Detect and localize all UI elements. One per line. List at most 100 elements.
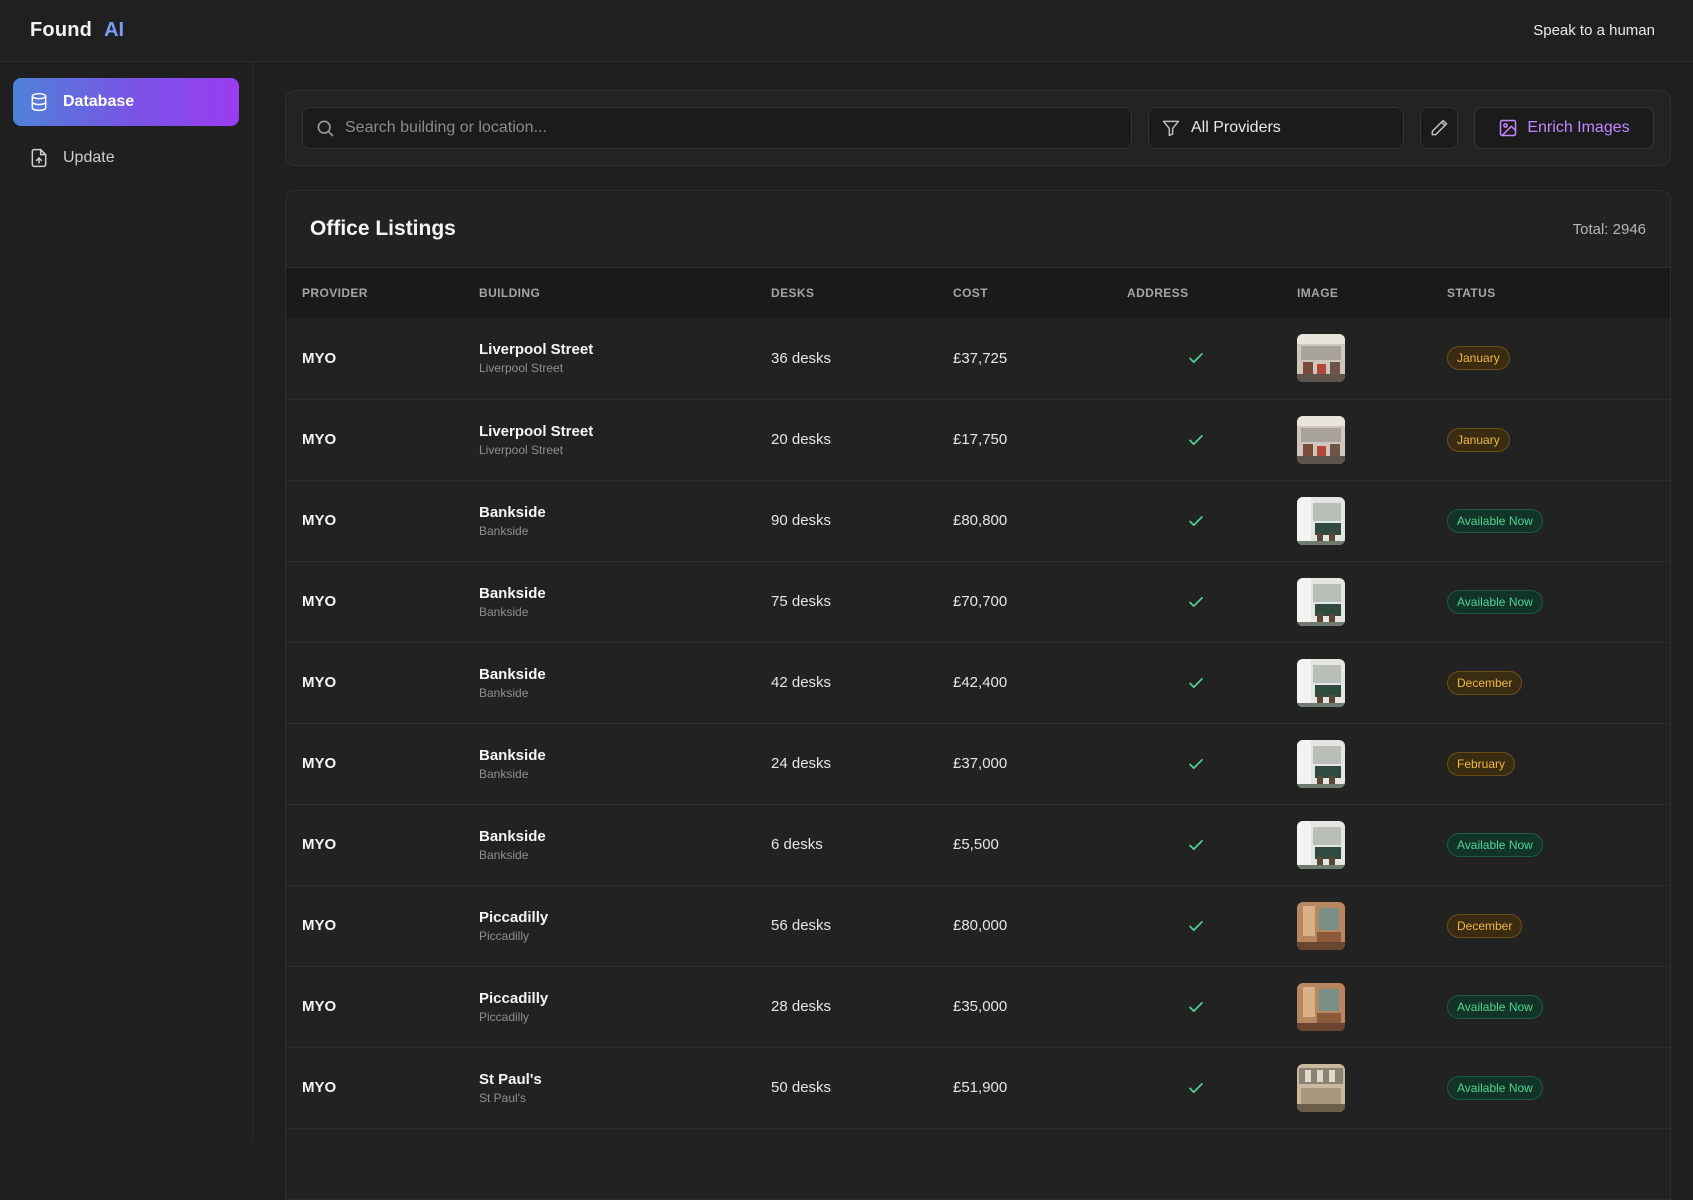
provider-cell: MYO: [286, 723, 463, 804]
status-badge: January: [1447, 427, 1510, 452]
search-icon: [317, 120, 334, 137]
image-cell: [1281, 399, 1431, 480]
desks-cell: 90 desks: [771, 512, 832, 529]
building-cell: Bankside Bankside: [463, 804, 755, 885]
search-input[interactable]: [345, 119, 1119, 137]
listings-title: Office Listings: [310, 217, 456, 240]
office-thumbnail[interactable]: [1297, 334, 1345, 383]
logo-text: Found: [30, 19, 93, 41]
status-cell: Available Now: [1431, 804, 1670, 885]
provider-name: MYO: [302, 998, 337, 1015]
check-icon: [1189, 596, 1203, 607]
office-thumbnail[interactable]: [1297, 982, 1345, 1031]
column-header-image[interactable]: IMAGE: [1281, 268, 1431, 318]
status-badge: Available Now: [1447, 1075, 1543, 1100]
status-cell: January: [1431, 318, 1670, 399]
table-row[interactable]: MYO Bankside Bankside 24 desks £37,000 F…: [286, 723, 1670, 804]
provider-cell: MYO: [286, 480, 463, 561]
column-header-address[interactable]: ADDRESS: [1111, 268, 1281, 318]
table-row[interactable]: MYO Liverpool Street Liverpool Street 36…: [286, 318, 1670, 399]
building-name: Bankside: [479, 827, 546, 845]
image-cell: [1281, 885, 1431, 966]
logo-ai-text: AI: [104, 19, 125, 41]
table-row[interactable]: MYO Piccadilly Piccadilly 56 desks £80,0…: [286, 885, 1670, 966]
column-header-building[interactable]: BUILDING: [463, 268, 755, 318]
building-location: St Paul's: [479, 1090, 526, 1105]
table-row[interactable]: MYO Bankside Bankside 75 desks £70,700 A…: [286, 561, 1670, 642]
logo[interactable]: Found AI: [30, 19, 124, 42]
image-cell: [1281, 1047, 1431, 1128]
desks-cell: 6 desks: [771, 836, 823, 853]
enrich-images-button[interactable]: Enrich Images: [1474, 107, 1654, 149]
building-name: Liverpool Street: [479, 341, 594, 359]
image-cell: [1281, 723, 1431, 804]
building-name: Bankside: [479, 665, 546, 683]
column-header-desks[interactable]: DESKS: [755, 268, 937, 318]
table-row[interactable]: MYO Bankside Bankside 6 desks £5,500 Ava…: [286, 804, 1670, 885]
office-thumbnail[interactable]: [1297, 577, 1345, 626]
provider-name: MYO: [302, 755, 337, 772]
table-row[interactable]: MYO Liverpool Street Liverpool Street 20…: [286, 399, 1670, 480]
table-row[interactable]: MYO Bankside Bankside 90 desks £80,800 A…: [286, 480, 1670, 561]
provider-cell: MYO: [286, 561, 463, 642]
provider-name: MYO: [302, 917, 337, 934]
search-box[interactable]: [302, 107, 1132, 149]
address-cell: [1111, 318, 1281, 399]
top-bar: Found AI Speak to a human: [0, 0, 1693, 62]
provider-name: MYO: [302, 349, 337, 367]
cost-cell: £37,725: [953, 349, 1008, 367]
provider-filter-label: All Providers: [1191, 119, 1281, 136]
desks-cell: 42 desks: [771, 674, 832, 691]
provider-name: MYO: [302, 1079, 337, 1096]
table-row[interactable]: MYO Piccadilly Piccadilly 28 desks £35,0…: [286, 966, 1670, 1047]
building-cell: Piccadilly Piccadilly: [463, 966, 755, 1047]
status-badge: Available Now: [1447, 994, 1543, 1019]
cost-cell: £80,000: [953, 917, 1008, 934]
sidebar-item-update[interactable]: Update: [13, 134, 239, 182]
office-thumbnail[interactable]: [1297, 415, 1345, 464]
provider-name: MYO: [302, 512, 337, 529]
check-icon: [1189, 920, 1203, 931]
building-name: Bankside: [479, 746, 546, 764]
desks-cell: 75 desks: [771, 593, 832, 610]
address-cell: [1111, 966, 1281, 1047]
edit-button[interactable]: [1420, 107, 1458, 149]
table-row[interactable]: MYO St Paul's St Paul's 50 desks £51,900…: [286, 1047, 1670, 1128]
office-thumbnail[interactable]: [1297, 496, 1345, 545]
provider-filter-dropdown[interactable]: All Providers: [1148, 107, 1404, 149]
check-icon: [1189, 758, 1203, 769]
status-cell: January: [1431, 399, 1670, 480]
building-cell: Bankside Bankside: [463, 561, 755, 642]
cost-cell: £35,000: [953, 998, 1008, 1015]
sidebar: Database Update: [0, 62, 253, 1142]
table-row[interactable]: MYO Bankside Bankside 42 desks £42,400 D…: [286, 642, 1670, 723]
provider-name: MYO: [302, 593, 337, 610]
speak-to-human-link[interactable]: Speak to a human: [1533, 22, 1655, 39]
address-cell: [1111, 642, 1281, 723]
office-thumbnail[interactable]: [1297, 901, 1345, 950]
address-cell: [1111, 1047, 1281, 1128]
building-cell: Liverpool Street Liverpool Street: [463, 318, 755, 399]
column-header-cost[interactable]: COST: [937, 268, 1111, 318]
address-cell: [1111, 561, 1281, 642]
sidebar-item-database[interactable]: Database: [13, 78, 239, 126]
enrich-images-label: Enrich Images: [1527, 119, 1630, 136]
office-thumbnail[interactable]: [1297, 658, 1345, 707]
status-cell: Available Now: [1431, 966, 1670, 1047]
provider-cell: MYO: [286, 966, 463, 1047]
building-name: St Paul's: [479, 1070, 542, 1088]
address-cell: [1111, 723, 1281, 804]
building-cell: Piccadilly Piccadilly: [463, 885, 755, 966]
address-cell: [1111, 399, 1281, 480]
office-thumbnail[interactable]: [1297, 820, 1345, 869]
office-thumbnail[interactable]: [1297, 739, 1345, 788]
status-badge: Available Now: [1447, 508, 1543, 533]
column-header-status[interactable]: STATUS: [1431, 268, 1670, 318]
image-cell: [1281, 480, 1431, 561]
column-header-provider[interactable]: PROVIDER: [286, 268, 463, 318]
total-count: Total: 2946: [1572, 220, 1646, 238]
office-thumbnail[interactable]: [1297, 1063, 1345, 1112]
building-name: Bankside: [479, 503, 546, 521]
provider-cell: MYO: [286, 1047, 463, 1128]
image-cell: [1281, 804, 1431, 885]
